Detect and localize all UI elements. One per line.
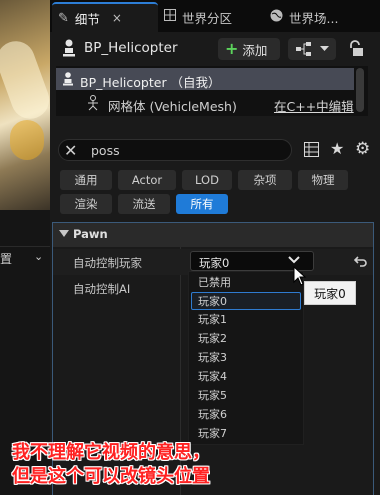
combo-value: 玩家0 — [199, 256, 230, 270]
tab-world-settings[interactable]: 世界场... — [270, 2, 338, 32]
dropdown-option[interactable]: 玩家6 — [189, 406, 303, 424]
section-header[interactable]: Pawn — [53, 223, 373, 247]
dropdown-option[interactable]: 已禁用 — [189, 274, 303, 292]
chevron-down-icon: ⌄ — [34, 250, 44, 263]
tooltip: 玩家0 — [304, 281, 356, 305]
filter-general[interactable]: 通用 — [60, 170, 112, 190]
divider — [0, 246, 50, 247]
grid-map-icon — [164, 9, 176, 25]
video-subtitle: 我不理解它视频的意思， 但是这个可以改镜头位置 — [12, 441, 312, 489]
level-viewport[interactable] — [0, 0, 55, 210]
tab-bar: ✎ 细节 × 世界分区 世界场... — [50, 0, 380, 32]
tree-item-label: BP_Helicopter （自我） — [80, 75, 221, 90]
dropdown-option[interactable]: 玩家1 — [189, 311, 303, 329]
chevron-down-icon — [320, 46, 329, 51]
left-setting-dropdown[interactable]: 置 ⌄ — [0, 248, 50, 270]
star-icon[interactable]: ★ — [330, 139, 344, 158]
filter-rendering[interactable]: 渲染 — [60, 194, 112, 214]
pawn-icon — [63, 72, 73, 86]
details-search-input[interactable]: ✕ poss — [58, 139, 292, 161]
gear-icon[interactable]: ⚙ — [355, 139, 370, 159]
section-title: Pawn — [73, 227, 108, 241]
tab-details[interactable]: ✎ 细节 × — [52, 2, 158, 32]
globe-icon — [270, 9, 283, 26]
dropdown-option[interactable]: 玩家2 — [189, 330, 303, 348]
lock-icon[interactable] — [348, 40, 364, 58]
blueprint-icon — [296, 42, 311, 56]
close-icon[interactable]: × — [112, 11, 122, 25]
viewport-highlight — [0, 35, 55, 125]
chevron-down-icon — [288, 256, 300, 264]
tree-scrollbar[interactable] — [356, 68, 364, 112]
player-dropdown-list: 已禁用 玩家0 玩家1 玩家2 玩家3 玩家4 玩家5 玩家6 玩家7 — [188, 271, 304, 445]
filter-misc[interactable]: 杂项 — [238, 170, 292, 190]
tree-item-root[interactable]: BP_Helicopter （自我） — [56, 68, 354, 90]
add-component-button[interactable]: + 添加 — [218, 38, 280, 60]
filter-actor[interactable]: Actor — [118, 170, 176, 190]
filter-lod[interactable]: LOD — [182, 170, 232, 190]
object-header: BP_Helicopter + 添加 — [50, 32, 380, 64]
property-label: 自动控制玩家 — [73, 256, 142, 270]
tab-label: 世界场... — [289, 10, 339, 26]
property-label: 自动控制AI — [73, 282, 131, 296]
details-panel: ✎ 细节 × 世界分区 世界场... BP_Helicopter + 添加 BP… — [50, 0, 380, 495]
dropdown-option[interactable]: 玩家5 — [189, 387, 303, 405]
viewport-highlight — [10, 120, 44, 160]
blueprint-options-button[interactable] — [288, 38, 336, 60]
subtitle-line: 但是这个可以改镜头位置 — [12, 466, 210, 487]
pawn-icon — [63, 39, 75, 57]
skeletal-mesh-icon — [88, 95, 98, 111]
tab-label: 世界分区 — [182, 10, 233, 26]
close-icon[interactable]: ✕ — [64, 141, 77, 160]
tab-world-partition[interactable]: 世界分区 — [164, 2, 232, 32]
subtitle-line: 我不理解它视频的意思， — [12, 442, 210, 463]
filter-all[interactable]: 所有 — [176, 194, 228, 214]
pencil-icon: ✎ — [58, 10, 69, 26]
dropdown-option[interactable]: 玩家3 — [189, 349, 303, 367]
search-value: poss — [91, 143, 120, 158]
tab-label: 细节 — [74, 11, 100, 27]
filter-physics[interactable]: 物理 — [298, 170, 348, 190]
plus-icon: + — [225, 39, 239, 58]
dropdown-option[interactable]: 玩家4 — [189, 368, 303, 386]
tree-item-mesh[interactable]: 网格体 (VehicleMesh) 在C++中编辑 — [56, 92, 354, 114]
component-tree: BP_Helicopter （自我） 网格体 (VehicleMesh) 在C+… — [56, 66, 368, 116]
left-setting-label: 置 — [0, 252, 13, 266]
add-label: 添加 — [242, 42, 268, 58]
dropdown-option-selected[interactable]: 玩家0 — [191, 292, 301, 310]
reset-to-default-icon[interactable] — [354, 254, 368, 268]
edit-in-cpp-link[interactable]: 在C++中编辑 — [274, 96, 354, 115]
table-view-icon[interactable] — [304, 142, 319, 157]
object-title: BP_Helicopter — [84, 40, 178, 56]
filter-streaming[interactable]: 流送 — [118, 194, 170, 214]
tree-item-label: 网格体 (VehicleMesh) — [108, 99, 237, 114]
collapse-arrow-icon — [59, 230, 69, 237]
